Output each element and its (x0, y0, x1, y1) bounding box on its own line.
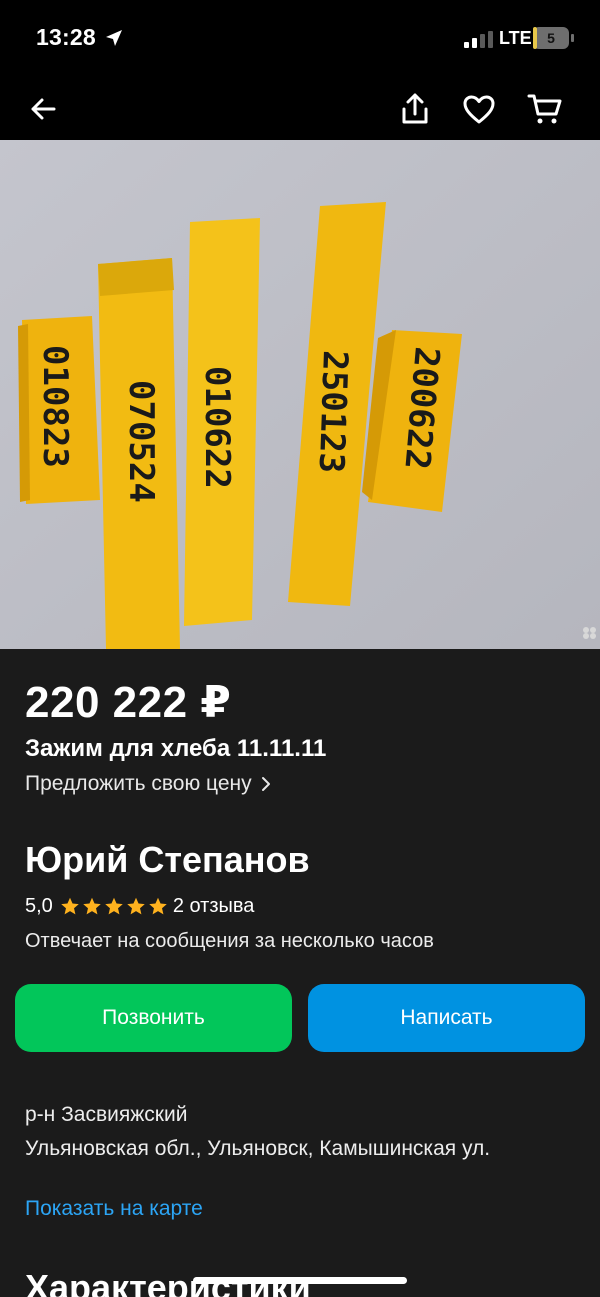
listing-title: Зажим для хлеба 11.11.11 (25, 735, 327, 762)
home-indicator[interactable] (193, 1277, 407, 1284)
location-arrow-icon (106, 30, 122, 46)
photo-tag-number: 010823 (35, 345, 75, 468)
address-text: р-н Засвияжский Ульяновская обл., Ульяно… (25, 1103, 491, 1160)
star-icon (127, 897, 145, 915)
star-icon (105, 897, 123, 915)
photo-tag-2: 070524 (98, 258, 180, 649)
rating-value: 5,0 (25, 895, 53, 917)
heart-icon (463, 95, 495, 124)
star-icon (61, 897, 79, 915)
star-icon (83, 897, 101, 915)
offer-price-link[interactable]: Предложить свою цену (25, 772, 272, 796)
price: 220 222 ₽ (25, 678, 232, 727)
share-icon (402, 93, 428, 124)
call-button[interactable]: Позвонить (15, 984, 292, 1052)
share-button[interactable] (394, 88, 436, 130)
back-arrow-icon (31, 98, 56, 120)
photo-tag-number: 250123 (311, 350, 355, 474)
response-time-note: Отвечает на сообщения за несколько часов (25, 930, 434, 952)
cart-icon (527, 94, 562, 124)
photo-tag-number: 070524 (121, 380, 161, 503)
photo-tag-3: 010622 (184, 218, 260, 626)
rating-stars (59, 896, 169, 917)
star-icon (149, 897, 167, 915)
chevron-right-icon (261, 777, 270, 791)
show-on-map-link[interactable]: Показать на карте (25, 1197, 203, 1221)
cart-button[interactable] (524, 88, 566, 130)
favorite-button[interactable] (458, 88, 500, 130)
seller-name[interactable]: Юрий Степанов (25, 839, 310, 881)
nav-bar (0, 78, 600, 140)
offer-price-label: Предложить свою цену (25, 772, 252, 795)
battery-icon: 5 (533, 27, 569, 49)
cellular-signal-icon (464, 31, 493, 48)
status-bar: 13:28 LTE 5 (0, 0, 600, 78)
status-time: 13:28 (36, 24, 96, 50)
write-button[interactable]: Написать (308, 984, 585, 1052)
address: р-н Засвияжский Ульяновская обл., Ульяно… (25, 1098, 575, 1166)
network-label: LTE (499, 28, 532, 48)
battery-cap (571, 34, 574, 42)
listing-details: 220 222 ₽ Зажим для хлеба 11.11.11 Предл… (0, 649, 600, 1297)
product-photo[interactable]: 010823 070524 010622 250123 200622 (0, 140, 600, 649)
photo-tag-number: 010622 (197, 366, 237, 489)
seller-rating[interactable]: 5,0 2 отзыва (25, 895, 254, 918)
battery-level: 5 (547, 30, 555, 46)
reviews-count: 2 отзыва (172, 895, 255, 917)
gallery-dots-icon (583, 627, 596, 639)
photo-tag-1: 010823 (18, 316, 100, 504)
back-button[interactable] (22, 88, 64, 130)
